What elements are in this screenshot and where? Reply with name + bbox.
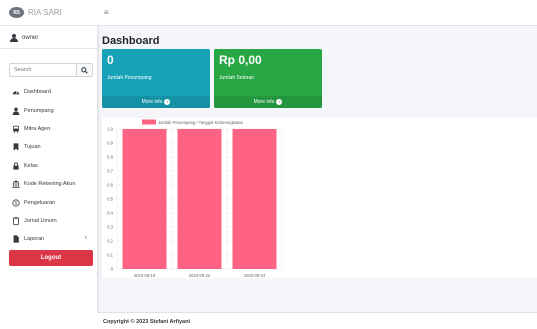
- info-box-penumpang: 0 Jumlah Penumpang More info ›: [102, 49, 210, 108]
- bar-chart: 0 0.1 0.2 0.3 0.4 0.5 0.6 0.7 0.8 0.9 1.0 2023-08-1…: [107, 119, 283, 278]
- y-tick-label: 0.6: [107, 183, 113, 188]
- y-tick-label: 0.3: [107, 225, 113, 230]
- bar: [232, 129, 277, 269]
- sidebar-item-label: Kode Rekening Akun: [24, 181, 76, 188]
- bus-icon: [12, 125, 20, 133]
- page-title: Dashboard: [102, 35, 160, 47]
- bank-icon: [12, 180, 20, 188]
- top-navbar: ≡: [97, 0, 537, 26]
- bookmark-icon: [12, 143, 20, 151]
- legend-swatch: [142, 119, 156, 125]
- search-icon: [81, 66, 88, 74]
- sidebar-item-laporan[interactable]: Laporan ‹: [0, 230, 97, 248]
- sidebar-item-label: Kelas: [24, 162, 38, 169]
- sidebar-item-kode-rekening[interactable]: Kode Rekening Akun: [0, 175, 97, 193]
- money-icon: $: [12, 198, 20, 207]
- more-info-label: More info: [141, 99, 163, 105]
- sidebar-item-label: Dashboard: [24, 89, 51, 96]
- copyright-text: Copyright © 2023 Stefani Arfiyani: [103, 319, 190, 325]
- user-icon: [12, 107, 20, 115]
- x-tick-label: 2023-08-22: [189, 273, 211, 278]
- y-tick-label: 0.4: [107, 211, 113, 216]
- sidebar-item-label: Mitra Agen: [24, 125, 51, 132]
- info-box-value: 0: [107, 53, 114, 67]
- more-info-link[interactable]: More info ›: [214, 96, 322, 108]
- sidebar-item-label: Jurnal Umum: [24, 217, 57, 224]
- menu-toggle-icon[interactable]: ≡: [104, 8, 109, 17]
- sidebar-item-penumpang[interactable]: Penumpang: [0, 101, 97, 119]
- dashboard-icon: [12, 88, 20, 96]
- info-box-value: Rp 0,00: [219, 53, 262, 67]
- sidebar-item-label: Laporan: [24, 236, 45, 243]
- sidebar-item-dashboard[interactable]: Dashboard: [0, 83, 97, 101]
- user-panel[interactable]: owner: [0, 27, 97, 49]
- chart-card: 0 0.1 0.2 0.3 0.4 0.5 0.6 0.7 0.8 0.9 1.0 2023-08-1…: [102, 118, 537, 278]
- bar: [177, 129, 222, 269]
- sidebar: RS RIA SARI owner Dashboard Penumpang: [0, 0, 97, 329]
- clipboard-icon: [12, 217, 20, 225]
- x-tick-label: 2023-08-19: [134, 273, 156, 278]
- bar: [122, 129, 167, 269]
- sidebar-item-tujuan[interactable]: Tujuan: [0, 138, 97, 156]
- legend-label: Jumlah Penumpang / Tanggal Keberangkatan: [158, 120, 244, 125]
- sidebar-item-label: Pengeluaran: [24, 199, 56, 206]
- y-tick-label: 0.8: [107, 155, 113, 160]
- search-input[interactable]: [10, 64, 76, 76]
- search-button[interactable]: [76, 64, 92, 76]
- y-tick-label: 0.9: [107, 141, 113, 146]
- info-box-setoran: Rp 0,00 Jumlah Setoran More info ›: [214, 49, 322, 108]
- svg-text:$: $: [15, 200, 18, 205]
- more-info-link[interactable]: More info ›: [102, 96, 210, 108]
- x-tick-label: 2023-08-24: [244, 273, 266, 278]
- y-tick-label: 1.0: [107, 127, 113, 132]
- y-tick-label: 0.5: [107, 197, 113, 202]
- y-tick-label: 0.2: [107, 239, 113, 244]
- info-box-label: Jumlah Setoran: [219, 75, 255, 81]
- arrow-circle-right-icon: ›: [164, 99, 171, 105]
- user-name: owner: [22, 34, 39, 41]
- sidebar-item-jurnal-umum[interactable]: Jurnal Umum: [0, 212, 97, 230]
- chevron-left-icon: ‹: [85, 235, 87, 242]
- more-info-label: More info: [253, 99, 275, 105]
- page-footer: Copyright © 2023 Stefani Arfiyani: [97, 312, 537, 329]
- logout-button[interactable]: Logout: [9, 250, 93, 266]
- sidebar-item-mitra-agen[interactable]: Mitra Agen: [0, 120, 97, 138]
- y-tick-label: 0: [111, 267, 114, 272]
- y-tick-label: 0.7: [107, 169, 113, 174]
- app-root: RS RIA SARI owner Dashboard Penumpang: [0, 0, 537, 329]
- lock-icon: [12, 162, 20, 170]
- brand-logo: RS: [9, 7, 24, 18]
- brand[interactable]: RS RIA SARI: [0, 0, 97, 26]
- arrow-circle-right-icon: ›: [276, 99, 283, 105]
- sidebar-item-kelas[interactable]: Kelas: [0, 157, 97, 175]
- user-icon: [10, 33, 18, 42]
- sidebar-item-pengeluaran[interactable]: $ Pengeluaran: [0, 193, 97, 211]
- sidebar-item-label: Tujuan: [24, 144, 41, 151]
- sidebar-search: [9, 63, 93, 77]
- y-tick-label: 0.1: [107, 253, 113, 258]
- info-box-label: Jumlah Penumpang: [107, 75, 152, 81]
- brand-name: RIA SARI: [28, 8, 62, 17]
- sidebar-item-label: Penumpang: [24, 107, 54, 114]
- file-icon: [12, 235, 20, 243]
- sidebar-nav: Dashboard Penumpang Mitra Agen Tujuan Ke…: [0, 83, 97, 249]
